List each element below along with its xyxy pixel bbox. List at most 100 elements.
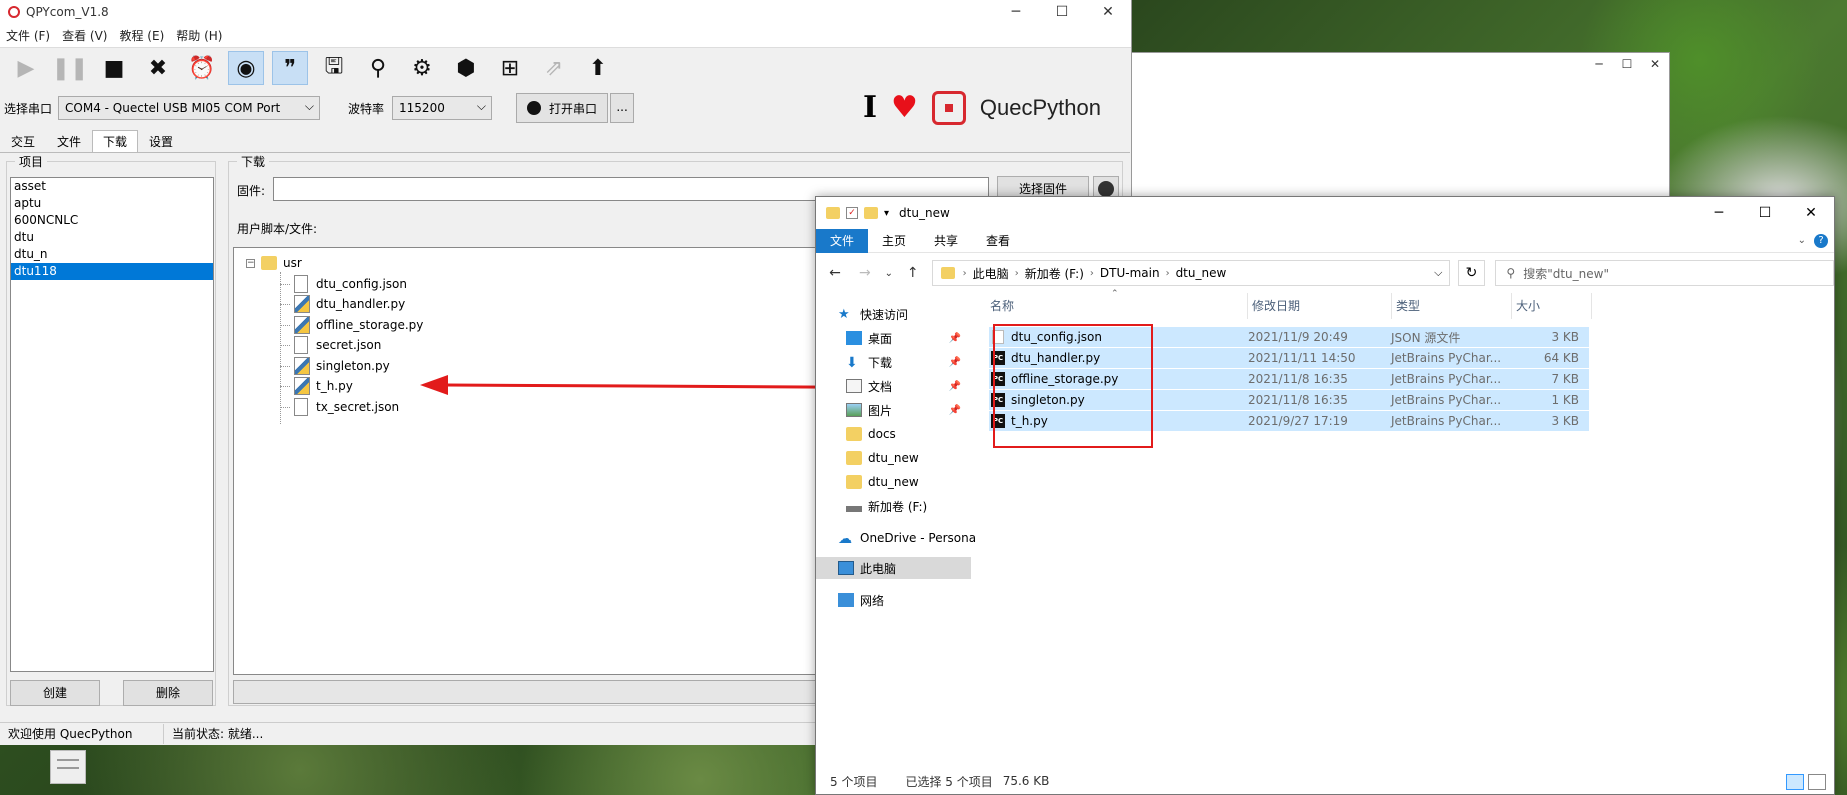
nav-downloads[interactable]: ⬇ 下载 📌 <box>846 351 1001 373</box>
tab-home[interactable]: 主页 <box>868 229 920 253</box>
column-type[interactable]: 类型 <box>1392 293 1512 319</box>
pin-icon[interactable]: 📌 <box>949 333 961 344</box>
large-icons-view-icon[interactable] <box>1808 774 1826 790</box>
baud-select[interactable]: 115200 <box>392 95 493 120</box>
tab-download[interactable]: 下载 <box>92 130 139 152</box>
tab-view[interactable]: 查看 <box>972 229 1024 253</box>
nav-quick-access[interactable]: ★ 快速访问 <box>838 303 993 325</box>
list-item[interactable]: dtu <box>11 229 213 246</box>
tab-settings[interactable]: 设置 <box>138 130 184 152</box>
column-date[interactable]: 修改日期 <box>1248 293 1392 319</box>
nav-onedrive[interactable]: ☁ OneDrive - Persona <box>838 527 993 549</box>
pin-icon[interactable]: 📌 <box>949 357 961 368</box>
refresh-icon[interactable]: ↻ <box>1457 260 1486 286</box>
close-button[interactable]: ✕ <box>1788 205 1834 221</box>
nav-desktop[interactable]: 桌面 📌 <box>846 327 1001 349</box>
search-icon[interactable]: ⚲ <box>360 51 396 85</box>
file-date: 2021/11/8 16:35 <box>1248 393 1348 407</box>
details-view-icon[interactable] <box>1786 774 1804 790</box>
chevron-down-icon[interactable]: ⌄ <box>884 268 894 279</box>
maximize-button[interactable]: ☐ <box>1742 205 1788 221</box>
tree-item[interactable]: offline_storage.py <box>294 315 423 335</box>
more-button[interactable]: ... <box>610 93 635 123</box>
minimize-icon[interactable]: ─ <box>1585 53 1613 75</box>
menu-view[interactable]: 查看 (V) <box>56 27 113 44</box>
close-button[interactable]: ✕ <box>1085 4 1131 20</box>
quote-icon[interactable]: ❞ <box>272 51 308 85</box>
nav-label: 图片 <box>868 403 893 418</box>
menu-file[interactable]: 文件 (F) <box>0 27 56 44</box>
tree-item[interactable]: dtu_handler.py <box>294 294 405 314</box>
minimize-button[interactable]: ─ <box>1696 205 1742 221</box>
add-icon[interactable]: ⊞ <box>492 51 528 85</box>
alarm-clock-icon[interactable]: ⏰ <box>184 51 220 85</box>
nav-drive-f[interactable]: 新加卷 (F:) <box>846 495 1001 517</box>
tab-interactive[interactable]: 交互 <box>0 130 46 152</box>
tree-item[interactable]: singleton.py <box>294 356 390 376</box>
tab-files[interactable]: 文件 <box>46 130 92 152</box>
gear-icon[interactable]: ⚙ <box>404 51 440 85</box>
tree-item[interactable]: t_h.py <box>294 376 353 396</box>
clear-icon[interactable]: ✖ <box>140 51 176 85</box>
list-item[interactable]: asset <box>11 178 213 195</box>
expand-ribbon-icon[interactable]: ⌄ <box>1798 235 1806 246</box>
tree-item[interactable]: tx_secret.json <box>294 397 399 417</box>
breadcrumb-item[interactable]: DTU-main <box>1094 266 1166 280</box>
create-button[interactable]: 创建 <box>10 680 100 706</box>
nav-network[interactable]: 网络 <box>838 589 993 611</box>
list-item[interactable]: dtu_n <box>11 246 213 263</box>
list-item[interactable]: aptu <box>11 195 213 212</box>
breadcrumb-item[interactable]: 此电脑 <box>967 265 1015 282</box>
collapse-icon[interactable]: − <box>246 258 255 268</box>
chevron-down-icon[interactable]: ▾ <box>884 208 889 219</box>
stop-icon[interactable]: ■ <box>96 51 132 85</box>
breadcrumb-item[interactable]: dtu_new <box>1170 266 1233 280</box>
maximize-button[interactable]: ☐ <box>1039 4 1085 20</box>
pause-icon[interactable]: ❚❚ <box>52 51 89 85</box>
menu-help[interactable]: 帮助 (H) <box>170 27 228 44</box>
rocket-icon[interactable]: ◉ <box>228 51 264 85</box>
save-icon[interactable]: 🖫 <box>316 51 352 85</box>
run-icon[interactable]: ▶ <box>8 51 44 85</box>
nav-documents[interactable]: 文档 📌 <box>846 375 1001 397</box>
tab-share[interactable]: 共享 <box>920 229 972 253</box>
tree-item[interactable]: secret.json <box>294 335 381 355</box>
address-bar[interactable]: › 此电脑 › 新加卷 (F:) › DTU-main › dtu_new ⌵ <box>931 260 1450 286</box>
maximize-icon[interactable]: ☐ <box>1613 53 1641 75</box>
tree-item[interactable]: dtu_config.json <box>294 274 407 294</box>
pin-icon[interactable]: 📌 <box>949 405 961 416</box>
package-icon[interactable]: ⬢ <box>448 51 484 85</box>
desktop-file-icon[interactable] <box>50 750 86 784</box>
menu-tutorial[interactable]: 教程 (E) <box>113 27 170 44</box>
nav-docs[interactable]: docs <box>846 423 1001 445</box>
breadcrumb-item[interactable]: 新加卷 (F:) <box>1019 265 1090 282</box>
chevron-down-icon[interactable]: ⌵ <box>1434 266 1442 280</box>
upload-icon[interactable]: ⬆ <box>580 51 616 85</box>
column-size[interactable]: 大小 <box>1512 293 1592 319</box>
nav-dtu-new-1[interactable]: dtu_new <box>846 447 1001 469</box>
back-icon[interactable]: ← <box>824 265 846 281</box>
nav-pictures[interactable]: 图片 📌 <box>846 399 1001 421</box>
tab-file[interactable]: 文件 <box>816 228 869 253</box>
help-icon[interactable]: ? <box>1814 233 1828 248</box>
list-item[interactable]: 600NCNLC <box>11 212 213 229</box>
close-icon[interactable]: ✕ <box>1641 53 1669 75</box>
nav-this-pc[interactable]: 此电脑 <box>816 557 971 579</box>
list-item-selected[interactable]: dtu118 <box>11 263 213 280</box>
open-port-button[interactable]: 打开串口 <box>516 93 609 123</box>
nav-dtu-new-2[interactable]: dtu_new <box>846 471 1001 493</box>
delete-button[interactable]: 删除 <box>123 680 213 706</box>
search-input[interactable]: ⚲ 搜索"dtu_new" <box>1495 260 1834 286</box>
desktop-icon <box>846 331 862 345</box>
new-folder-icon[interactable] <box>864 207 878 219</box>
export-icon[interactable]: ⇗ <box>536 51 572 85</box>
up-icon[interactable]: ↑ <box>902 265 924 281</box>
forward-icon[interactable]: → <box>854 265 876 281</box>
tree-root-usr[interactable]: − usr <box>246 253 302 273</box>
minimize-button[interactable]: ─ <box>993 4 1039 20</box>
project-list[interactable]: asset aptu 600NCNLC dtu dtu_n dtu118 <box>10 177 214 672</box>
port-label: 选择串口 <box>4 101 53 116</box>
pin-icon[interactable]: 📌 <box>949 381 961 392</box>
properties-icon[interactable]: ✓ <box>846 207 858 219</box>
port-select[interactable]: COM4 - Quectel USB MI05 COM Port <box>58 95 321 120</box>
